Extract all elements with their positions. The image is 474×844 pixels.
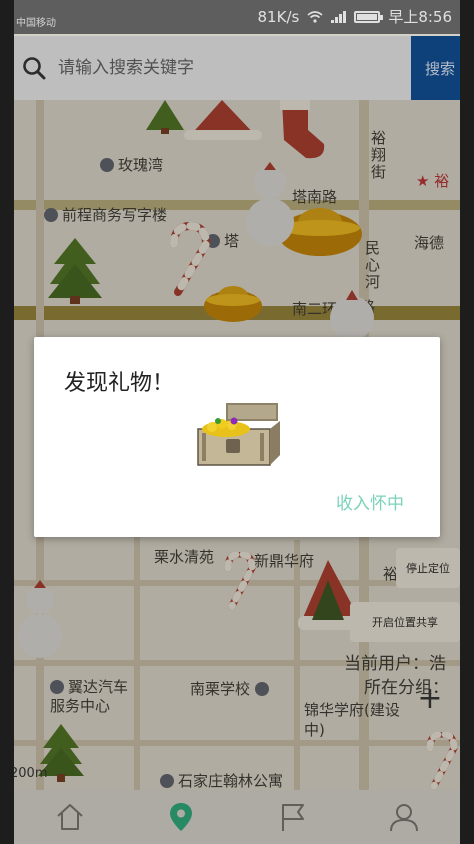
treasure-chest-icon [197,403,280,466]
dialog-title: 发现礼物！ [64,371,175,396]
collect-gift-button[interactable]: 收入怀中 [336,489,404,514]
gift-dialog: 发现礼物！ 收入怀中 [34,337,440,537]
